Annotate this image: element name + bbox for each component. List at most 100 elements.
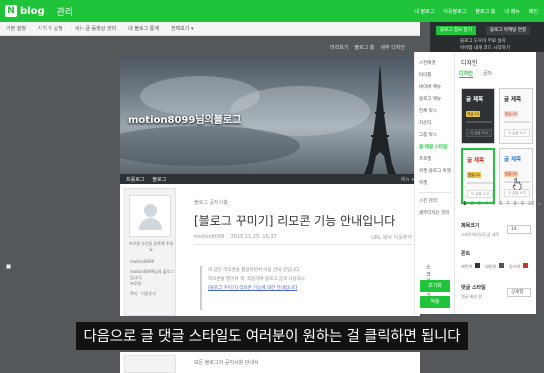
blog-title[interactable]: motion8099님의블로그: [128, 111, 241, 126]
blog-nav-strip: 프롤로그 블로그 메뉴 ▾: [120, 174, 420, 184]
title-size-desc: 스마트에디터3 글 제목: [461, 232, 500, 237]
detail-design-link[interactable]: 세부 디자인: [380, 44, 405, 51]
top-link-blog-home[interactable]: 블로그 홈: [475, 8, 495, 15]
style-thumb-2[interactable]: 글 제목 댓글 25 이 글을 쓰고: [499, 88, 533, 144]
top-right-links: 내 블로그 이웃블로그 블로그 홈 내 메뉴 메인: [414, 0, 538, 22]
post-category[interactable]: 블로그 공지사항: [194, 199, 228, 206]
page-8[interactable]: 8: [514, 201, 517, 207]
page-next-icon[interactable]: ▸: [538, 201, 541, 207]
top-navigation-bar: N blog 관리 내 블로그 이웃블로그 블로그 홈 내 메뉴 메인: [0, 0, 544, 22]
style-thumb-4[interactable]: 글 제목 댓글 25 이 글을 쓰고: [499, 148, 533, 204]
profile-caption: 프로필 사진을 등록해 주세요: [128, 241, 174, 252]
nav-menu-toggle[interactable]: 메뉴 ▾: [401, 176, 414, 183]
thumb-title: 글 제목: [466, 97, 484, 103]
helper-line-2: 아이템 내게 코드 시작하기: [460, 46, 510, 51]
menu-item-profile[interactable]: 프로필: [419, 156, 431, 162]
profile-link[interactable]: 프로필 ·: [130, 281, 144, 287]
page-7[interactable]: 7: [506, 201, 509, 207]
title-color-swatch[interactable]: [475, 263, 480, 268]
manage-link[interactable]: 관리: [57, 5, 74, 18]
body-color-swatch[interactable]: [499, 263, 504, 268]
tab-font[interactable]: 글자: [483, 70, 492, 78]
nav-prologue[interactable]: 프롤로그: [126, 176, 144, 183]
apply-button[interactable]: 초기화: [420, 280, 450, 292]
menu-item-group-box[interactable]: 그룹 박스: [419, 132, 437, 138]
apply-button-2[interactable]: 적용: [420, 296, 450, 308]
post-meta-actions[interactable]: URL 복사 이웃추가: [371, 234, 412, 241]
naver-blog-logo[interactable]: N blog: [5, 5, 45, 17]
page-1[interactable]: 1: [463, 201, 466, 207]
title-size-select[interactable]: 14: [507, 225, 531, 234]
blog-marketing-button[interactable]: 블로그 마케팅 연결: [486, 26, 530, 35]
post-title[interactable]: [블로그 꾸미기] 리모콘 기능 안내입니다: [194, 212, 395, 229]
thumb-bar: [466, 121, 492, 123]
scroll-fix-checkbox[interactable]: 스크롤시 고정: [6, 264, 431, 306]
top-link-neighbor[interactable]: 이웃블로그: [443, 8, 466, 15]
menu-item-skin-manage[interactable]: 스킨 관리: [419, 198, 437, 204]
profile-actions[interactable]: 쪽지 · 이웃추가: [130, 291, 156, 297]
quote-link[interactable]: [블로그 꾸미기] 리모콘 기능에 대한 안내입니다: [208, 284, 405, 293]
thumb-title: 글 제목: [504, 97, 522, 103]
nav-blog[interactable]: 블로그: [152, 176, 166, 183]
preview-link[interactable]: 미리보기: [330, 44, 348, 51]
tab-design[interactable]: 디자인: [459, 70, 473, 78]
post-quote: 이 글은 리모콘을 활용하면서 이용 안내 글입니다. 리모콘을 열어서 색, …: [200, 266, 405, 310]
blog-preview-bottom: 모든 블로그의 공지사항 안내서: [120, 352, 420, 373]
page-6[interactable]: 6: [499, 201, 502, 207]
page-5[interactable]: 5: [492, 201, 495, 207]
thumb-box: 이 글을 쓰고: [466, 129, 492, 137]
subtitle-container: 다음으로 글 댓글 스타일도 여러분이 원하는 걸 클릭하면 됩니다: [0, 322, 544, 350]
sidebar-bottom: [124, 355, 176, 373]
profile-image-placeholder[interactable]: [129, 195, 171, 237]
post-divider: [194, 244, 412, 245]
style-thumb-3-selected[interactable]: 글 제목 댓글 25 이 글을 쓰고: [461, 148, 495, 204]
blog-home-link[interactable]: 블로그 홈: [354, 44, 374, 51]
toolbar-view-all[interactable]: 전체보기 ▾: [171, 25, 194, 32]
page-10[interactable]: 10: [528, 201, 534, 207]
post-author[interactable]: motion8099: [194, 234, 224, 240]
thumb-badge: 댓글 25: [504, 171, 518, 177]
thumb-box: 이 글을 쓰고: [504, 189, 530, 197]
font-color-label: 폰트: [461, 251, 471, 257]
menu-item-widget[interactable]: 위젯: [419, 180, 427, 186]
toolbar-statistics[interactable]: 내 블로그 통계: [128, 25, 159, 32]
hand-cursor-icon: [512, 178, 522, 190]
menu-item-blog-menu[interactable]: 블로그 메뉴: [419, 96, 441, 102]
title-size-label: 제목크기: [461, 223, 480, 229]
toolbar-basic-settings[interactable]: 기본 설정: [6, 25, 26, 32]
menu-item-title[interactable]: 타이틀: [419, 72, 431, 78]
remote-menu-list: 스킨배경 타이틀 네이버 메뉴 블로그 메뉴 전체 박스 카운터 그룹 박스 글…: [414, 52, 454, 314]
thumb-box: 이 글을 쓰고: [504, 129, 530, 137]
menu-item-comment-style[interactable]: 글·댓글 스타일: [419, 144, 447, 150]
body-color-label: 내용색: [485, 264, 497, 269]
menu-divider: [419, 192, 451, 193]
top-link-my-menu[interactable]: 내 메뉴: [504, 8, 519, 15]
page-9[interactable]: 9: [521, 201, 524, 207]
page-3[interactable]: 3: [478, 201, 481, 207]
top-link-main[interactable]: 메인: [529, 8, 538, 15]
menu-item-detail-manage[interactable]: 세부디자인 관리: [419, 210, 449, 216]
page-4[interactable]: 4: [485, 201, 488, 207]
design-panel-title: 디자인: [461, 60, 478, 67]
post-meta: motion8099 2015.11.25. 15:37: [194, 234, 277, 240]
checkbox-icon[interactable]: [6, 264, 11, 269]
menu-item-skin-bg[interactable]: 스킨배경: [419, 60, 436, 66]
blog-header-image: motion8099님의블로그: [120, 56, 420, 174]
top-link-my-blog[interactable]: 내 블로그: [414, 8, 434, 15]
menu-item-naver-menu[interactable]: 네이버 메뉴: [419, 84, 441, 90]
comment-style-label: 댓글 스타일: [461, 285, 486, 291]
page-2[interactable]: 2: [470, 201, 473, 207]
post-date: 2015.11.25. 15:37: [230, 234, 277, 240]
link-color-swatch[interactable]: [523, 263, 528, 268]
blog-preview: motion8099님의블로그 프롤로그 블로그 메뉴 ▾ 프로필 사진을 등록…: [120, 56, 420, 316]
cloud-shape: [120, 126, 300, 166]
style-thumb-1[interactable]: 글 제목 댓글 25 이 글을 쓰고: [461, 88, 495, 144]
menu-item-counter[interactable]: 카운터: [419, 120, 431, 126]
blog-info-button[interactable]: 블로그 정보 찾기: [436, 26, 476, 35]
design-panel: 디자인 디자인 글자 글 제목 댓글 25 이 글을 쓰고 글 제목 댓글 25…: [454, 52, 541, 314]
logo-text: blog: [20, 5, 45, 17]
video-watermark: YMODEL: [30, 24, 88, 37]
menu-item-blog-widget[interactable]: 위젯·블로그 위젯: [419, 168, 451, 174]
menu-item-all-box[interactable]: 전체 박스: [419, 108, 437, 114]
comment-style-select[interactable]: 상세형: [507, 288, 531, 297]
